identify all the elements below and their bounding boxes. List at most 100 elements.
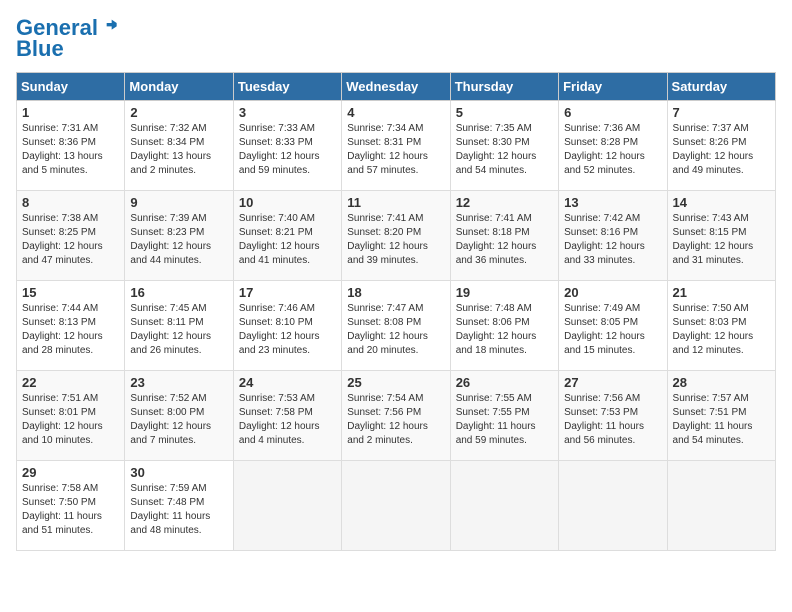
- day-info: Sunrise: 7:42 AM Sunset: 8:16 PM Dayligh…: [564, 212, 661, 268]
- calendar-cell: 25 Sunrise: 7:54 AM Sunset: 7:56 PM Dayl…: [342, 371, 450, 461]
- calendar-row: 22 Sunrise: 7:51 AM Sunset: 8:01 PM Dayl…: [17, 371, 776, 461]
- day-number: 3: [239, 105, 336, 120]
- calendar-cell: 22 Sunrise: 7:51 AM Sunset: 8:01 PM Dayl…: [17, 371, 125, 461]
- day-number: 14: [673, 195, 770, 210]
- day-info: Sunrise: 7:38 AM Sunset: 8:25 PM Dayligh…: [22, 212, 119, 268]
- weekday-header: Thursday: [450, 73, 558, 101]
- calendar-cell: 23 Sunrise: 7:52 AM Sunset: 8:00 PM Dayl…: [125, 371, 233, 461]
- day-number: 27: [564, 375, 661, 390]
- calendar-cell: 1 Sunrise: 7:31 AM Sunset: 8:36 PM Dayli…: [17, 101, 125, 191]
- day-number: 30: [130, 465, 227, 480]
- day-number: 8: [22, 195, 119, 210]
- calendar-cell: 11 Sunrise: 7:41 AM Sunset: 8:20 PM Dayl…: [342, 191, 450, 281]
- calendar-cell: 28 Sunrise: 7:57 AM Sunset: 7:51 PM Dayl…: [667, 371, 775, 461]
- day-info: Sunrise: 7:54 AM Sunset: 7:56 PM Dayligh…: [347, 392, 444, 448]
- calendar-body: 1 Sunrise: 7:31 AM Sunset: 8:36 PM Dayli…: [17, 101, 776, 551]
- day-info: Sunrise: 7:36 AM Sunset: 8:28 PM Dayligh…: [564, 122, 661, 178]
- day-number: 9: [130, 195, 227, 210]
- day-info: Sunrise: 7:37 AM Sunset: 8:26 PM Dayligh…: [673, 122, 770, 178]
- calendar-cell: [342, 461, 450, 551]
- day-info: Sunrise: 7:34 AM Sunset: 8:31 PM Dayligh…: [347, 122, 444, 178]
- day-number: 11: [347, 195, 444, 210]
- calendar-cell: 10 Sunrise: 7:40 AM Sunset: 8:21 PM Dayl…: [233, 191, 341, 281]
- day-info: Sunrise: 7:32 AM Sunset: 8:34 PM Dayligh…: [130, 122, 227, 178]
- calendar-row: 8 Sunrise: 7:38 AM Sunset: 8:25 PM Dayli…: [17, 191, 776, 281]
- day-number: 29: [22, 465, 119, 480]
- day-info: Sunrise: 7:39 AM Sunset: 8:23 PM Dayligh…: [130, 212, 227, 268]
- day-info: Sunrise: 7:43 AM Sunset: 8:15 PM Dayligh…: [673, 212, 770, 268]
- calendar-cell: 12 Sunrise: 7:41 AM Sunset: 8:18 PM Dayl…: [450, 191, 558, 281]
- weekday-header: Sunday: [17, 73, 125, 101]
- day-info: Sunrise: 7:41 AM Sunset: 8:20 PM Dayligh…: [347, 212, 444, 268]
- calendar-cell: 16 Sunrise: 7:45 AM Sunset: 8:11 PM Dayl…: [125, 281, 233, 371]
- logo-icon: [100, 18, 120, 38]
- day-number: 16: [130, 285, 227, 300]
- calendar-cell: 30 Sunrise: 7:59 AM Sunset: 7:48 PM Dayl…: [125, 461, 233, 551]
- calendar-cell: [667, 461, 775, 551]
- day-info: Sunrise: 7:50 AM Sunset: 8:03 PM Dayligh…: [673, 302, 770, 358]
- calendar-row: 29 Sunrise: 7:58 AM Sunset: 7:50 PM Dayl…: [17, 461, 776, 551]
- day-info: Sunrise: 7:48 AM Sunset: 8:06 PM Dayligh…: [456, 302, 553, 358]
- day-number: 25: [347, 375, 444, 390]
- day-info: Sunrise: 7:33 AM Sunset: 8:33 PM Dayligh…: [239, 122, 336, 178]
- day-info: Sunrise: 7:46 AM Sunset: 8:10 PM Dayligh…: [239, 302, 336, 358]
- calendar-cell: 6 Sunrise: 7:36 AM Sunset: 8:28 PM Dayli…: [559, 101, 667, 191]
- calendar-header-row: SundayMondayTuesdayWednesdayThursdayFrid…: [17, 73, 776, 101]
- calendar-cell: [559, 461, 667, 551]
- calendar-cell: 26 Sunrise: 7:55 AM Sunset: 7:55 PM Dayl…: [450, 371, 558, 461]
- day-info: Sunrise: 7:47 AM Sunset: 8:08 PM Dayligh…: [347, 302, 444, 358]
- calendar-cell: 27 Sunrise: 7:56 AM Sunset: 7:53 PM Dayl…: [559, 371, 667, 461]
- day-info: Sunrise: 7:52 AM Sunset: 8:00 PM Dayligh…: [130, 392, 227, 448]
- weekday-header: Saturday: [667, 73, 775, 101]
- calendar-cell: 24 Sunrise: 7:53 AM Sunset: 7:58 PM Dayl…: [233, 371, 341, 461]
- day-info: Sunrise: 7:45 AM Sunset: 8:11 PM Dayligh…: [130, 302, 227, 358]
- calendar-row: 15 Sunrise: 7:44 AM Sunset: 8:13 PM Dayl…: [17, 281, 776, 371]
- day-info: Sunrise: 7:51 AM Sunset: 8:01 PM Dayligh…: [22, 392, 119, 448]
- day-number: 4: [347, 105, 444, 120]
- calendar-cell: 7 Sunrise: 7:37 AM Sunset: 8:26 PM Dayli…: [667, 101, 775, 191]
- day-number: 22: [22, 375, 119, 390]
- day-number: 21: [673, 285, 770, 300]
- day-number: 23: [130, 375, 227, 390]
- calendar-cell: 13 Sunrise: 7:42 AM Sunset: 8:16 PM Dayl…: [559, 191, 667, 281]
- day-info: Sunrise: 7:59 AM Sunset: 7:48 PM Dayligh…: [130, 482, 227, 538]
- day-number: 26: [456, 375, 553, 390]
- weekday-header: Friday: [559, 73, 667, 101]
- calendar-cell: 14 Sunrise: 7:43 AM Sunset: 8:15 PM Dayl…: [667, 191, 775, 281]
- calendar-cell: 29 Sunrise: 7:58 AM Sunset: 7:50 PM Dayl…: [17, 461, 125, 551]
- calendar-cell: 4 Sunrise: 7:34 AM Sunset: 8:31 PM Dayli…: [342, 101, 450, 191]
- day-number: 28: [673, 375, 770, 390]
- calendar-row: 1 Sunrise: 7:31 AM Sunset: 8:36 PM Dayli…: [17, 101, 776, 191]
- calendar-cell: 9 Sunrise: 7:39 AM Sunset: 8:23 PM Dayli…: [125, 191, 233, 281]
- calendar-cell: 8 Sunrise: 7:38 AM Sunset: 8:25 PM Dayli…: [17, 191, 125, 281]
- day-info: Sunrise: 7:44 AM Sunset: 8:13 PM Dayligh…: [22, 302, 119, 358]
- day-number: 17: [239, 285, 336, 300]
- day-info: Sunrise: 7:35 AM Sunset: 8:30 PM Dayligh…: [456, 122, 553, 178]
- day-number: 20: [564, 285, 661, 300]
- day-info: Sunrise: 7:57 AM Sunset: 7:51 PM Dayligh…: [673, 392, 770, 448]
- day-number: 12: [456, 195, 553, 210]
- day-info: Sunrise: 7:56 AM Sunset: 7:53 PM Dayligh…: [564, 392, 661, 448]
- day-number: 7: [673, 105, 770, 120]
- logo: General Blue: [16, 16, 120, 62]
- day-number: 18: [347, 285, 444, 300]
- day-number: 2: [130, 105, 227, 120]
- day-number: 1: [22, 105, 119, 120]
- calendar-cell: [233, 461, 341, 551]
- day-number: 15: [22, 285, 119, 300]
- day-number: 6: [564, 105, 661, 120]
- calendar-cell: 19 Sunrise: 7:48 AM Sunset: 8:06 PM Dayl…: [450, 281, 558, 371]
- calendar-cell: 2 Sunrise: 7:32 AM Sunset: 8:34 PM Dayli…: [125, 101, 233, 191]
- calendar-cell: 3 Sunrise: 7:33 AM Sunset: 8:33 PM Dayli…: [233, 101, 341, 191]
- weekday-header: Monday: [125, 73, 233, 101]
- calendar-cell: [450, 461, 558, 551]
- day-info: Sunrise: 7:53 AM Sunset: 7:58 PM Dayligh…: [239, 392, 336, 448]
- day-number: 19: [456, 285, 553, 300]
- calendar-cell: 18 Sunrise: 7:47 AM Sunset: 8:08 PM Dayl…: [342, 281, 450, 371]
- calendar-cell: 20 Sunrise: 7:49 AM Sunset: 8:05 PM Dayl…: [559, 281, 667, 371]
- day-info: Sunrise: 7:41 AM Sunset: 8:18 PM Dayligh…: [456, 212, 553, 268]
- calendar-cell: 21 Sunrise: 7:50 AM Sunset: 8:03 PM Dayl…: [667, 281, 775, 371]
- day-info: Sunrise: 7:31 AM Sunset: 8:36 PM Dayligh…: [22, 122, 119, 178]
- page-header: General Blue: [16, 16, 776, 62]
- calendar-cell: 5 Sunrise: 7:35 AM Sunset: 8:30 PM Dayli…: [450, 101, 558, 191]
